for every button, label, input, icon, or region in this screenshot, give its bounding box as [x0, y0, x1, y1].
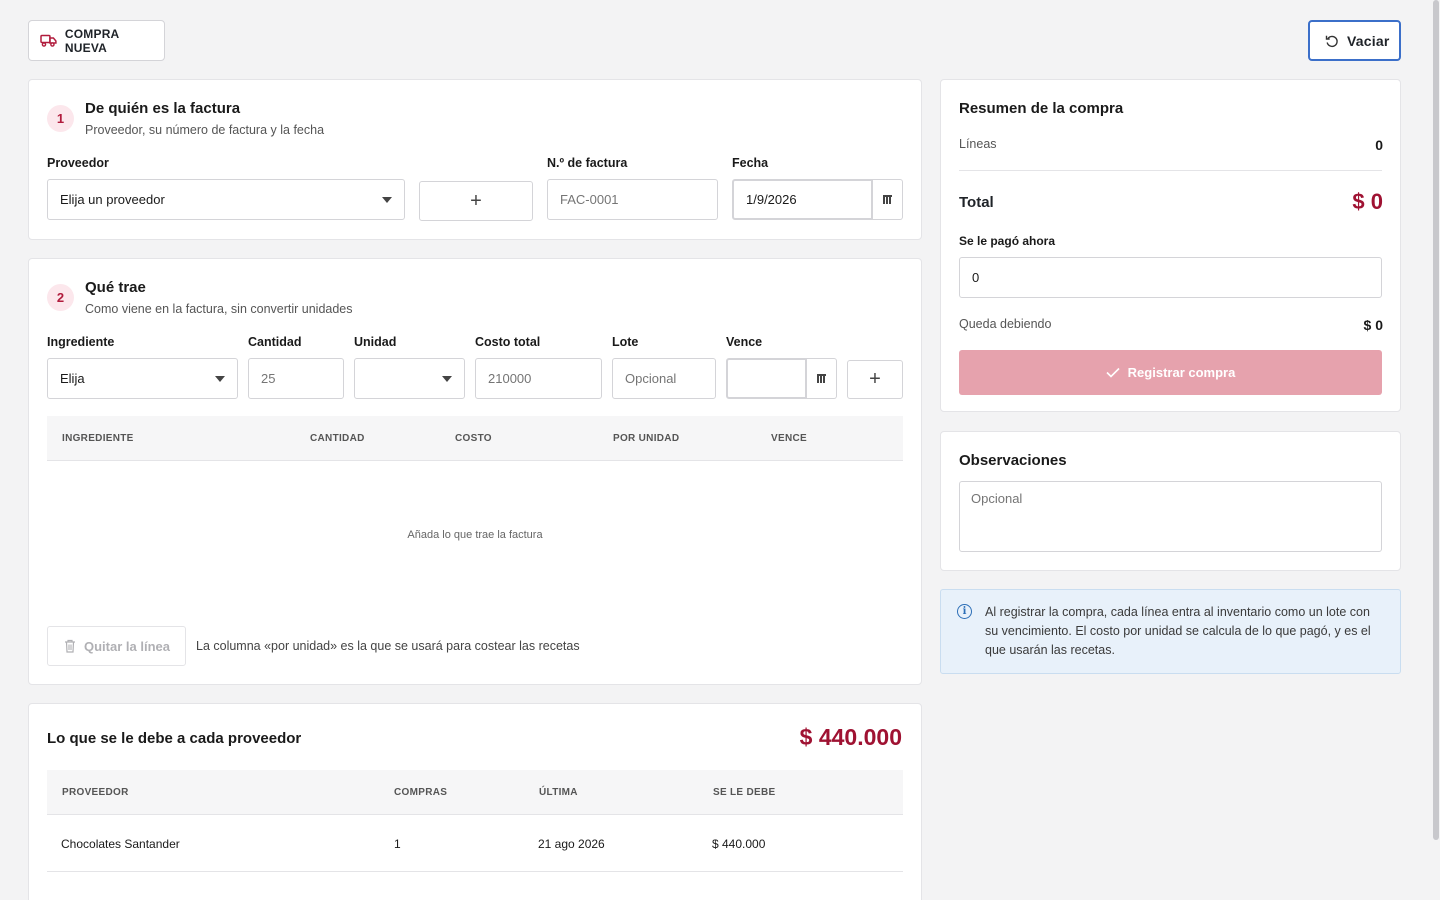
- row-purchases: 1: [394, 837, 401, 851]
- chevron-down-icon: [382, 197, 392, 203]
- lot-label: Lote: [612, 335, 639, 349]
- total-value: $ 0: [1352, 189, 1383, 214]
- summary-title: Resumen de la compra: [959, 100, 1124, 117]
- column-header: CANTIDAD: [310, 433, 365, 444]
- row-provider: Chocolates Santander: [61, 837, 180, 851]
- expires-label: Vence: [726, 335, 763, 349]
- paid-now-value: 0: [972, 270, 980, 285]
- unit-select[interactable]: [354, 358, 465, 399]
- lot-input[interactable]: [612, 358, 716, 399]
- quantity-input[interactable]: [248, 358, 344, 399]
- debts-title: Lo que se le debe a cada proveedor: [47, 730, 302, 747]
- items-card: [28, 258, 922, 685]
- step-2-title: Qué trae: [85, 279, 146, 296]
- notes-textarea[interactable]: [959, 481, 1382, 552]
- chevron-down-icon: [442, 376, 452, 382]
- column-header: ÚLTIMA: [539, 787, 578, 798]
- chevron-down-icon: [215, 376, 225, 382]
- column-header: COMPRAS: [394, 787, 448, 798]
- empty-table-message: Añada lo que trae la factura: [407, 529, 543, 541]
- remove-line-button[interactable]: Quitar la línea: [47, 626, 186, 666]
- total-cost-input[interactable]: [475, 358, 602, 399]
- trash-icon: [65, 639, 75, 653]
- ingredient-select-value: Elija: [60, 371, 85, 386]
- scrollbar-thumb[interactable]: [1433, 0, 1439, 840]
- plus-icon: +: [470, 189, 482, 212]
- invoice-number-label: N.º de factura: [547, 156, 628, 170]
- total-label: Total: [959, 194, 994, 211]
- page-scrollbar[interactable]: [1432, 0, 1440, 900]
- unit-label: Unidad: [354, 335, 397, 349]
- step-2-badge: 2: [47, 284, 74, 311]
- row-owed: $ 440.000: [712, 837, 766, 851]
- date-input-value: 1/9/2026: [746, 192, 797, 207]
- column-header: COSTO: [455, 433, 492, 444]
- check-icon: [1106, 367, 1120, 378]
- expires-input[interactable]: [726, 358, 807, 399]
- date-label: Fecha: [732, 156, 769, 170]
- still-owed-value: $ 0: [1363, 317, 1383, 333]
- expires-picker-button[interactable]: [807, 358, 837, 399]
- remove-line-label: Quitar la línea: [84, 638, 170, 654]
- invoice-number-input[interactable]: [547, 179, 718, 220]
- provider-select-value: Elija un proveedor: [60, 192, 165, 207]
- calendar-icon: [817, 374, 826, 383]
- debts-total: $ 440.000: [799, 724, 902, 750]
- step-1-subtitle: Proveedor, su número de factura y la fec…: [85, 123, 325, 137]
- column-header: INGREDIENTE: [62, 433, 134, 444]
- date-picker-button[interactable]: [873, 179, 903, 220]
- ingredient-select[interactable]: Elija: [47, 358, 238, 399]
- plus-icon: +: [869, 368, 881, 390]
- provider-select[interactable]: Elija un proveedor: [47, 179, 405, 220]
- paid-now-label: Se le pagó ahora: [959, 234, 1056, 248]
- step-1-title: De quién es la factura: [85, 100, 241, 117]
- truck-icon: [40, 34, 57, 47]
- column-header: SE LE DEBE: [713, 787, 776, 798]
- ingredient-label: Ingrediente: [47, 335, 115, 349]
- register-purchase-button[interactable]: Registrar compra: [959, 350, 1382, 395]
- notes-title: Observaciones: [959, 452, 1067, 469]
- date-input[interactable]: 1/9/2026: [732, 179, 873, 220]
- add-line-button[interactable]: +: [847, 360, 903, 399]
- paid-now-input[interactable]: 0: [959, 257, 1382, 298]
- calendar-icon: [883, 195, 892, 204]
- undo-icon: [1325, 35, 1338, 47]
- lines-value: 0: [1375, 137, 1383, 153]
- register-purchase-label: Registrar compra: [1127, 365, 1236, 380]
- new-purchase-label: COMPRA NUEVA: [64, 26, 119, 55]
- row-last: 21 ago 2026: [538, 837, 605, 851]
- quantity-label: Cantidad: [248, 335, 302, 349]
- info-icon: i: [957, 604, 972, 619]
- provider-label: Proveedor: [47, 156, 109, 170]
- new-purchase-button[interactable]: COMPRA NUEVA: [28, 20, 165, 61]
- step-2-subtitle: Como viene en la factura, sin convertir …: [85, 302, 353, 316]
- total-cost-label: Costo total: [475, 335, 541, 349]
- clear-button[interactable]: Vaciar: [1308, 20, 1401, 61]
- summary-divider: [959, 170, 1382, 171]
- column-header: PROVEEDOR: [62, 787, 129, 798]
- unit-cost-hint: La columna «por unidad» es la que se usa…: [196, 639, 580, 653]
- info-text: Al registrar la compra, cada línea entra…: [985, 605, 1371, 657]
- still-owed-label: Queda debiendo: [959, 317, 1052, 331]
- clear-label: Vaciar: [1347, 32, 1390, 49]
- column-header: VENCE: [771, 433, 807, 444]
- add-provider-button[interactable]: +: [419, 181, 533, 221]
- step-1-badge: 1: [47, 105, 74, 132]
- lines-label: Líneas: [959, 137, 997, 151]
- column-header: POR UNIDAD: [613, 433, 680, 444]
